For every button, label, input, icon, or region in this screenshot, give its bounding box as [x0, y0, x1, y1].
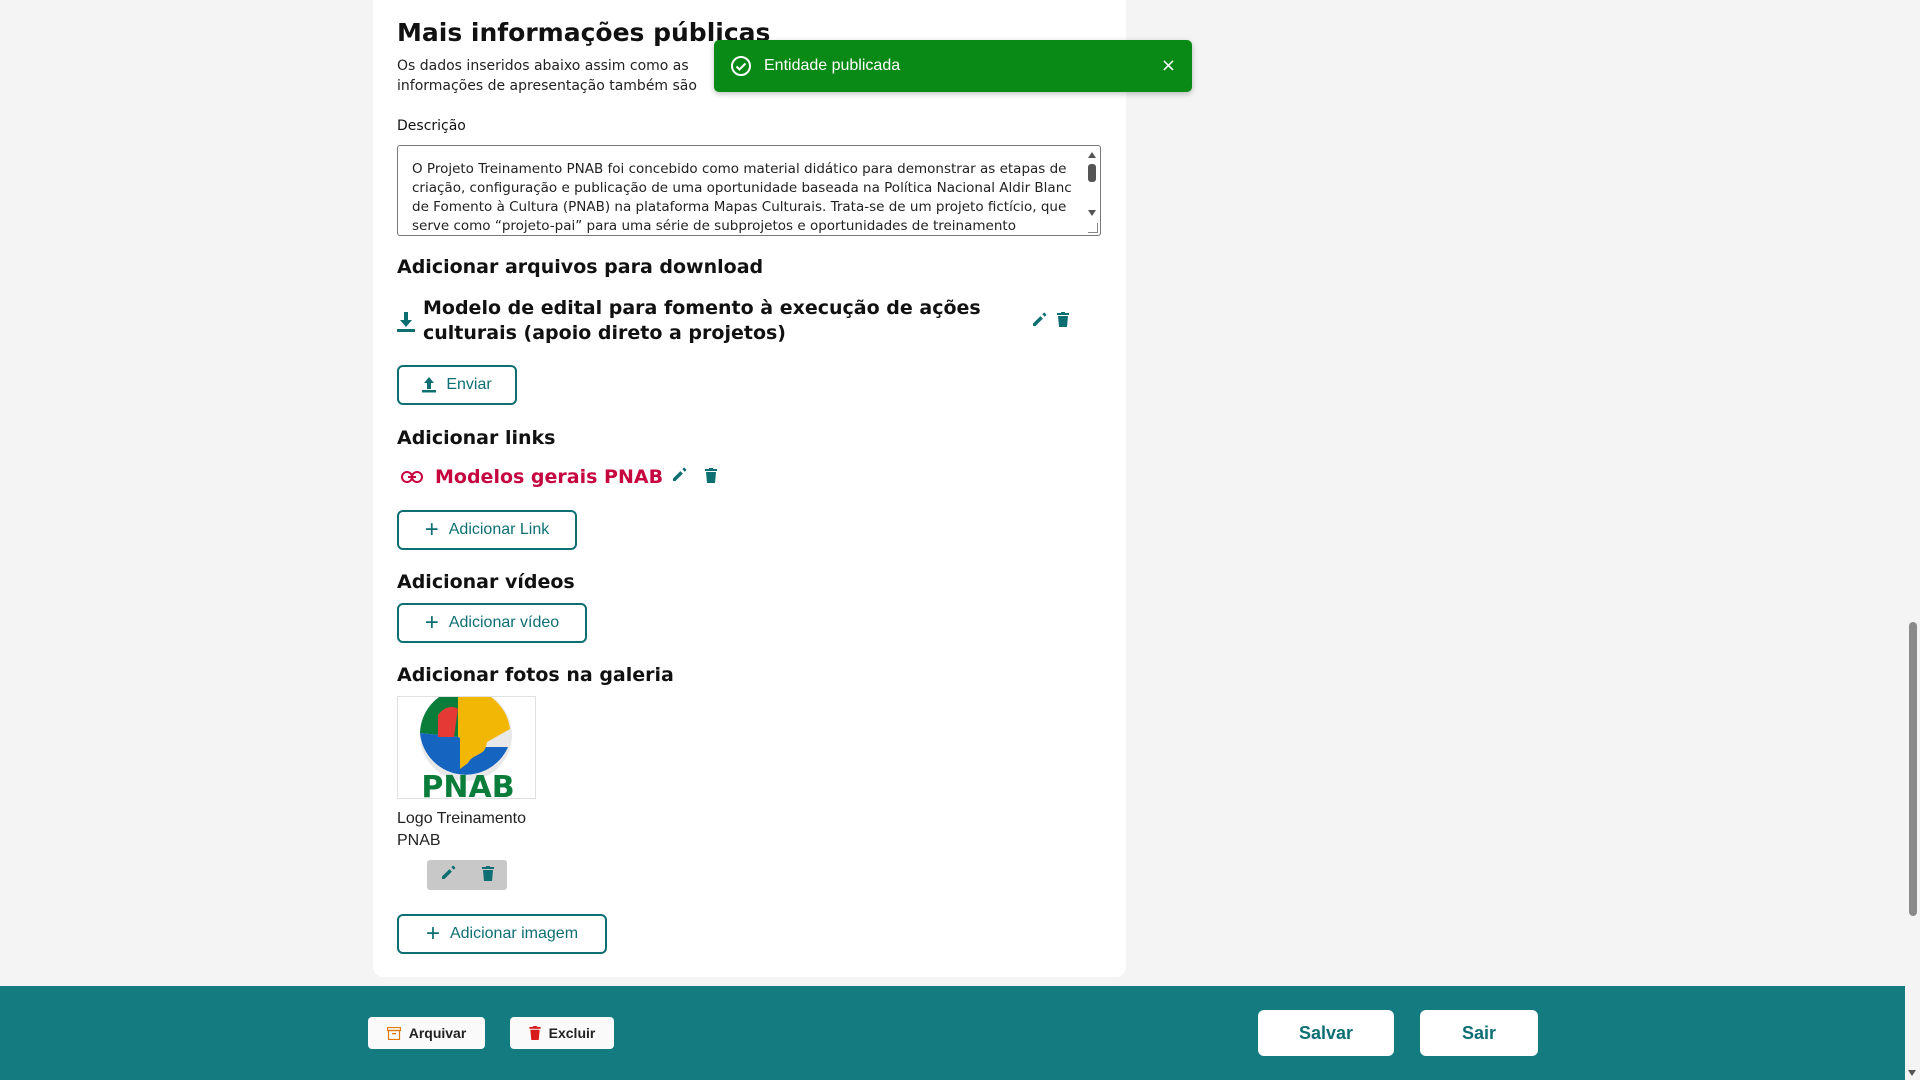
send-file-button[interactable]: Enviar — [397, 365, 517, 405]
gallery-title: Adicionar fotos na galeria — [397, 664, 674, 686]
gallery-image-actions — [427, 860, 507, 890]
resize-grip-icon[interactable] — [1088, 223, 1098, 233]
plus-icon: + — [425, 920, 440, 947]
download-icon[interactable] — [397, 312, 415, 336]
page-scroll-thumb[interactable] — [1909, 622, 1917, 916]
link-label[interactable]: Modelos gerais PNAB — [435, 466, 663, 488]
page-scrollbar[interactable] — [1905, 0, 1920, 1080]
download-file-item: Modelo de edital para fomento à execução… — [397, 296, 1101, 346]
description-text: O Projeto Treinamento PNAB foi concebido… — [412, 161, 1072, 234]
toast-message: Entidade publicada — [764, 57, 901, 74]
gallery-image[interactable]: PNAB — [397, 696, 536, 799]
public-info-card: Mais informações públicas Os dados inser… — [373, 0, 1126, 977]
pnab-logo: PNAB — [420, 697, 515, 799]
section-subtitle: Os dados inseridos abaixo assim como as … — [397, 58, 697, 94]
delete-label: Excluir — [548, 1025, 596, 1041]
link-icon — [401, 471, 423, 483]
archive-icon — [386, 1026, 401, 1040]
check-circle-icon — [731, 56, 751, 76]
delete-button[interactable]: Excluir — [510, 1017, 614, 1049]
close-icon[interactable]: × — [1161, 55, 1176, 76]
delete-link-icon[interactable] — [705, 467, 718, 487]
archive-label: Arquivar — [408, 1025, 467, 1041]
textarea-scrollbar[interactable] — [1085, 147, 1099, 234]
scroll-up-icon[interactable] — [1088, 152, 1096, 158]
scroll-down-icon[interactable] — [1088, 210, 1096, 216]
videos-title: Adicionar vídeos — [397, 571, 575, 593]
upload-icon — [422, 377, 437, 393]
add-video-button[interactable]: + Adicionar vídeo — [397, 603, 587, 643]
add-link-label: Adicionar Link — [448, 521, 550, 538]
delete-image-icon[interactable] — [482, 865, 494, 885]
add-image-label: Adicionar imagem — [449, 925, 579, 942]
edit-file-icon[interactable] — [1031, 312, 1047, 332]
plus-icon: + — [424, 516, 439, 543]
add-video-label: Adicionar vídeo — [448, 614, 560, 631]
scroll-thumb[interactable] — [1088, 164, 1096, 182]
delete-file-icon[interactable] — [1057, 312, 1069, 331]
exit-button[interactable]: Sair — [1420, 1010, 1538, 1056]
send-file-label: Enviar — [446, 376, 492, 393]
description-label: Descrição — [397, 118, 466, 134]
edit-link-icon[interactable] — [671, 467, 687, 487]
add-link-button[interactable]: + Adicionar Link — [397, 510, 577, 550]
success-toast: Entidade publicada × — [714, 40, 1192, 92]
footer-bar — [0, 986, 1905, 1080]
edit-image-icon[interactable] — [440, 865, 456, 885]
links-title: Adicionar links — [397, 427, 556, 449]
link-item: Modelos gerais PNAB — [401, 466, 718, 488]
plus-icon: + — [424, 609, 439, 636]
trash-icon — [529, 1026, 541, 1040]
archive-button[interactable]: Arquivar — [368, 1017, 485, 1049]
scroll-down-icon[interactable] — [1908, 1070, 1916, 1076]
gallery-image-caption: Logo Treinamento PNAB — [397, 810, 526, 849]
download-file-name[interactable]: Modelo de edital para fomento à execução… — [423, 296, 1043, 346]
add-image-button[interactable]: + Adicionar imagem — [397, 914, 607, 954]
description-textarea[interactable]: O Projeto Treinamento PNAB foi concebido… — [397, 145, 1101, 236]
downloads-title: Adicionar arquivos para download — [397, 256, 764, 278]
pnab-logo-text: PNAB — [421, 770, 514, 799]
save-button[interactable]: Salvar — [1258, 1010, 1394, 1056]
